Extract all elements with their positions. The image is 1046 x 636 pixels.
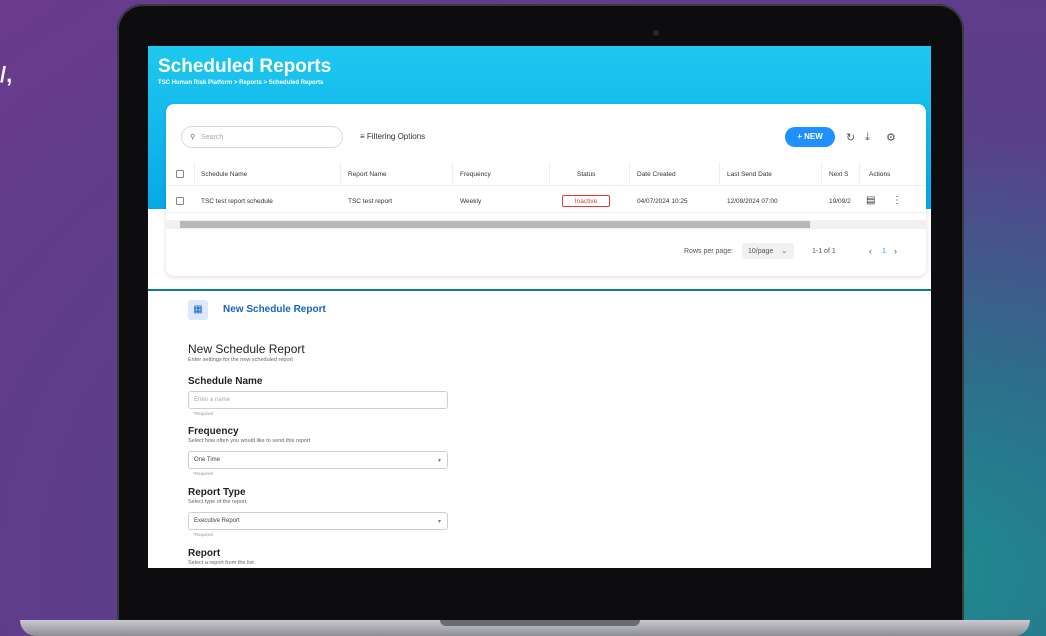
rows-per-page-value: 10/page: [748, 248, 774, 255]
select-all-checkbox[interactable]: [176, 170, 184, 178]
laptop-notch: [440, 620, 640, 626]
dropdown-arrow-icon: ▾: [437, 458, 441, 464]
form-heading: New Schedule Report: [188, 342, 305, 356]
column-header[interactable]: Status: [577, 171, 595, 178]
report-type-value: Executive Report: [194, 518, 240, 524]
section-divider: [148, 289, 931, 291]
frequency-hint: Select how often you would like to send …: [188, 438, 311, 444]
date-created-cell: 04/07/2024 10:25: [637, 198, 688, 205]
chevron-down-icon: ⌄: [781, 248, 788, 255]
search-placeholder: Search: [201, 134, 224, 141]
required-note: *Required: [193, 471, 214, 476]
more-options-icon[interactable]: ⋮: [892, 195, 902, 206]
column-separator: [859, 162, 860, 186]
frequency-cell: Weekly: [460, 198, 482, 205]
page-title: Scheduled Reports: [158, 56, 332, 77]
column-separator: [340, 162, 341, 186]
download-icon[interactable]: ⤓: [865, 131, 870, 144]
breadcrumb[interactable]: TSC Human Risk Platform > Reports > Sche…: [158, 80, 921, 86]
column-separator: [629, 162, 630, 186]
calendar-icon: ▦: [188, 300, 208, 320]
next-send-cell: 19/09/2: [829, 198, 851, 205]
gear-icon[interactable]: ⚙: [886, 131, 896, 144]
column-header[interactable]: Frequency: [460, 171, 491, 178]
rows-per-page-select[interactable]: 10/page ⌄: [742, 243, 794, 259]
column-separator: [194, 162, 195, 186]
report-type-label: Report Type: [188, 487, 246, 498]
last-send-date-cell: 12/09/2024 07:00: [727, 198, 778, 205]
filter-label: Filtering Options: [366, 132, 426, 141]
filter-icon: ≡: [360, 132, 365, 141]
report-type-hint: Select type of the report: [188, 499, 247, 505]
filtering-options-button[interactable]: ≡ Filtering Options: [360, 132, 425, 141]
schedule-name-input[interactable]: Enter a name: [188, 391, 448, 409]
form-subheading: Enter settings for the new scheduled rep…: [188, 357, 293, 363]
search-icon: ⚲: [190, 134, 196, 141]
column-separator: [719, 162, 720, 186]
report-hint: Select a report from the list: [188, 560, 254, 566]
table-row[interactable]: TSC test report schedule TSC test report…: [166, 189, 926, 213]
column-header[interactable]: Schedule Name: [201, 171, 247, 178]
pagination-range: 1-1 of 1: [812, 248, 836, 255]
frequency-label: Frequency: [188, 426, 239, 437]
frequency-select[interactable]: One Time ▾: [188, 451, 448, 469]
column-header[interactable]: Next S: [829, 171, 849, 178]
column-header[interactable]: Last Send Date: [727, 171, 772, 178]
previous-page-icon[interactable]: ‹: [869, 246, 872, 256]
camera: [653, 30, 659, 36]
report-label: Report: [188, 548, 221, 559]
search-input[interactable]: ⚲ Search: [181, 126, 343, 148]
report-type-select[interactable]: Executive Report ▾: [188, 512, 448, 530]
required-note: *Required: [193, 532, 214, 537]
required-note: *Required: [193, 411, 214, 416]
schedule-name-cell: TSC test report schedule: [201, 198, 273, 205]
rows-per-page-label: Rows per page:: [684, 248, 734, 255]
column-separator: [452, 162, 453, 186]
column-header: Actions: [869, 171, 891, 178]
frequency-value: One Time: [194, 457, 221, 463]
scrollbar-thumb[interactable]: [180, 221, 810, 228]
screen: Scheduled Reports TSC Human Risk Platfor…: [148, 46, 931, 568]
column-separator: [821, 162, 822, 186]
background-text: /,: [0, 62, 13, 87]
status-badge: Inactive: [562, 195, 610, 207]
dropdown-arrow-icon: ▾: [437, 519, 441, 525]
reports-table-card: ⚲ Search ≡ Filtering Options + NEW ↻ ⤓ ⚙…: [166, 104, 926, 276]
row-checkbox[interactable]: [176, 197, 184, 205]
report-name-cell: TSC test report: [348, 198, 393, 205]
current-page[interactable]: 1: [882, 248, 886, 255]
column-header[interactable]: Date Created: [637, 171, 676, 178]
column-separator: [549, 162, 550, 186]
schedule-name-label: Schedule Name: [188, 376, 263, 387]
table-header-row: Schedule Name Report Name Frequency Stat…: [166, 162, 926, 186]
column-header[interactable]: Report Name: [348, 171, 387, 178]
refresh-icon[interactable]: ↻: [846, 131, 855, 144]
next-page-icon[interactable]: ›: [894, 246, 897, 256]
panel-title[interactable]: New Schedule Report: [223, 304, 326, 315]
horizontal-scrollbar[interactable]: [166, 220, 926, 229]
report-icon[interactable]: ▤: [866, 195, 875, 206]
new-button[interactable]: + NEW: [785, 127, 835, 147]
